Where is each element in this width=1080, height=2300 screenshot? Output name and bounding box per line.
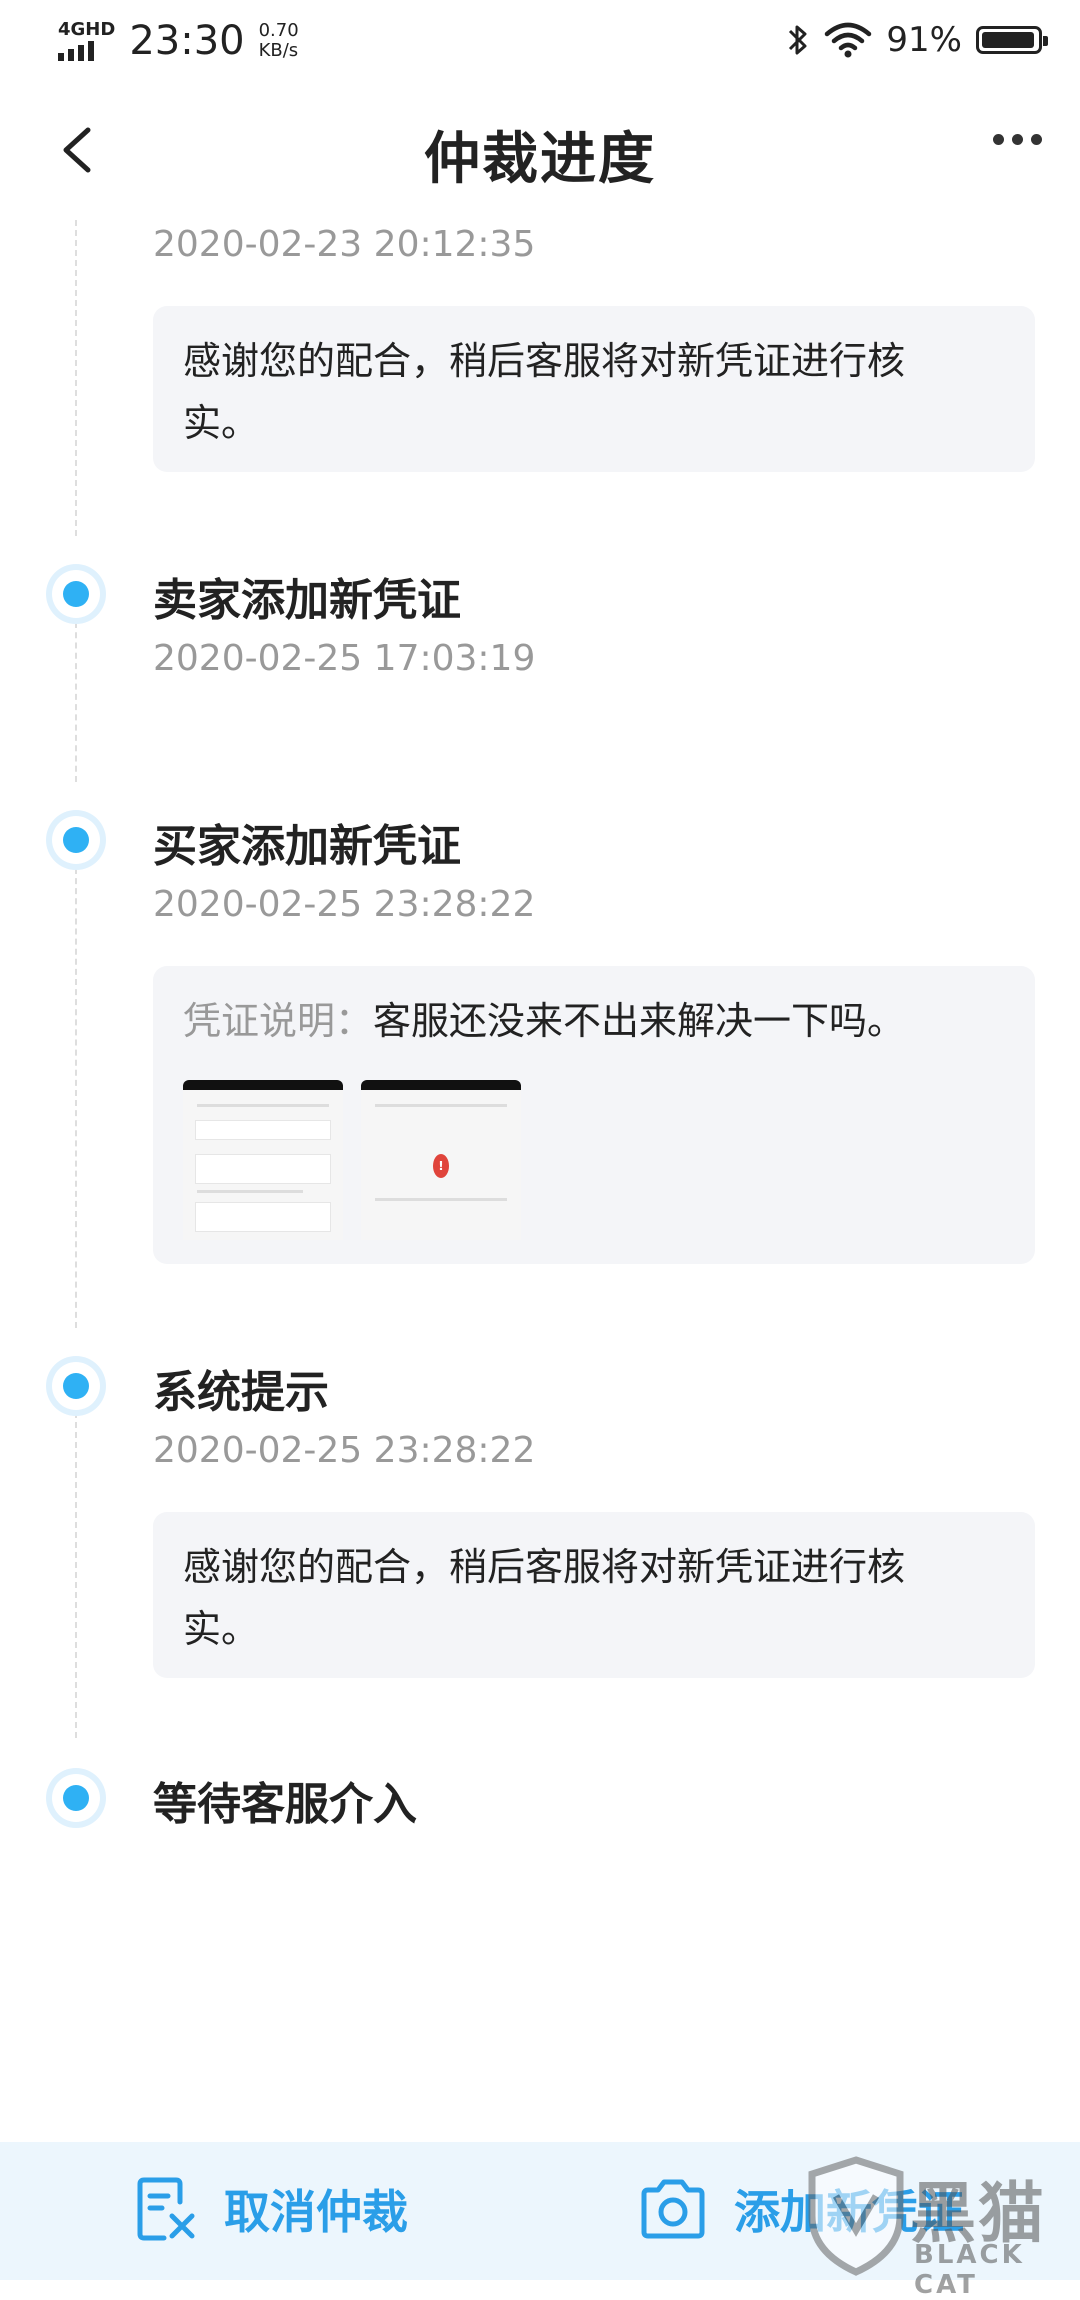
evidence-text: 客服还没来不出来解决一下吗。	[373, 999, 906, 1043]
signal-bars-icon	[58, 41, 115, 61]
network-speed-unit: KB/s	[258, 40, 299, 61]
bluetooth-icon	[789, 25, 807, 55]
nav-bar: 仲裁进度	[0, 84, 1080, 216]
cancel-arbitration-label: 取消仲裁	[224, 2185, 408, 2239]
event-time: 2020-02-25 23:28:22	[153, 1430, 536, 1471]
evidence-label: 凭证说明：	[183, 999, 374, 1043]
timeline-dot-icon	[46, 1768, 106, 1828]
battery-icon	[976, 26, 1048, 54]
timeline-connector	[75, 1412, 77, 1738]
evidence-images: !	[183, 1080, 521, 1240]
evidence-description: 凭证说明：客服还没来不出来解决一下吗。	[183, 990, 1005, 1052]
timeline-dot-icon	[46, 564, 106, 624]
system-message-card: 感谢您的配合，稍后客服将对新凭证进行核 实。	[153, 1512, 1035, 1678]
wifi-icon	[825, 22, 872, 58]
event-title: 等待客服介入	[153, 1779, 417, 1830]
document-cancel-icon	[137, 2177, 195, 2241]
evidence-image-thumbnail[interactable]: !	[361, 1080, 521, 1240]
network-type: 4GHD	[58, 19, 116, 40]
network-speed-value: 0.70	[258, 20, 299, 41]
message-line: 实。	[183, 1607, 260, 1651]
evidence-card: 凭证说明：客服还没来不出来解决一下吗。 !	[153, 966, 1035, 1264]
camera-icon	[641, 2179, 705, 2239]
message-line: 感谢您的配合，稍后客服将对新凭证进行核	[183, 339, 906, 383]
event-title: 买家添加新凭证	[153, 821, 461, 872]
event-title: 卖家添加新凭证	[153, 575, 461, 626]
system-message-card: 感谢您的配合，稍后客服将对新凭证进行核 实。	[153, 306, 1035, 472]
signal-indicator: 4GHD	[58, 21, 115, 61]
status-bar: 4GHD 23:30 0.70 KB/s 91%	[0, 0, 1080, 84]
black-cat-watermark: 黑猫 BLACK CAT	[802, 2156, 1072, 2300]
evidence-image-thumbnail[interactable]	[183, 1080, 343, 1240]
cancel-arbitration-button[interactable]: 取消仲裁	[136, 2176, 408, 2242]
shield-logo-icon	[808, 2156, 904, 2276]
timeline-connector	[75, 622, 77, 782]
network-speed: 0.70 KB/s	[259, 21, 299, 61]
alert-icon: !	[433, 1154, 449, 1178]
message-text: 感谢您的配合，稍后客服将对新凭证进行核 实。	[183, 330, 1005, 454]
page-title: 仲裁进度	[424, 127, 656, 192]
battery-percent: 91%	[886, 20, 962, 60]
timeline-connector	[75, 868, 77, 1328]
more-horizontal-icon	[993, 134, 1004, 145]
event-time: 2020-02-25 17:03:19	[153, 638, 536, 679]
message-line: 感谢您的配合，稍后客服将对新凭证进行核	[183, 1545, 906, 1589]
timeline-dot-icon	[46, 1356, 106, 1416]
event-time: 2020-02-25 23:28:22	[153, 884, 536, 925]
event-title: 系统提示	[153, 1367, 329, 1418]
watermark-subtext: BLACK CAT	[914, 2240, 1025, 2300]
timeline-connector	[75, 220, 77, 536]
event-time: 2020-02-23 20:12:35	[153, 224, 536, 265]
message-text: 感谢您的配合，稍后客服将对新凭证进行核 实。	[183, 1536, 1005, 1660]
timeline-dot-icon	[46, 810, 106, 870]
more-button[interactable]	[993, 134, 1042, 145]
message-line: 实。	[183, 401, 260, 445]
status-time: 23:30	[129, 18, 245, 64]
